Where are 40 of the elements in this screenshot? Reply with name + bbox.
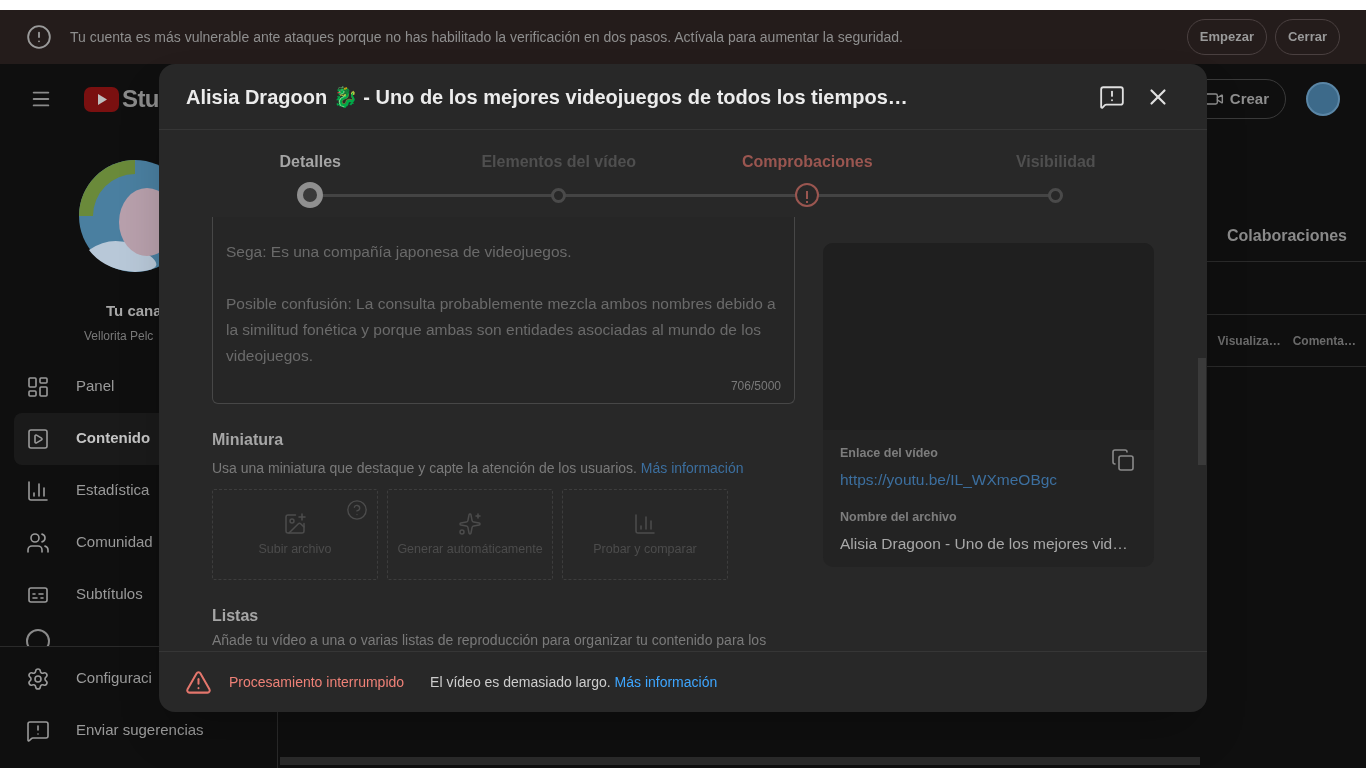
video-link[interactable]: https://youtu.be/IL_WXmeOBgc — [840, 467, 1058, 491]
description-text: Sega: Es una compañía japonesa de videojuegos. — [226, 242, 573, 262]
status-text: Procesamiento interrumpido — [229, 672, 405, 692]
image-plus-icon — [283, 511, 307, 536]
sidebar-item[interactable]: Enviar sugerencias — [14, 704, 263, 757]
column-header[interactable]: Comenta… — [1292, 331, 1356, 350]
account-avatar[interactable] — [1306, 82, 1340, 116]
status-message: El vídeo es demasiado largo. Más información — [430, 672, 718, 692]
file-name: Alisia Dragoon - Uno de los mejores vid… — [840, 533, 1128, 554]
section-title: Listas — [212, 606, 260, 626]
sparkle-icon — [458, 511, 482, 536]
play-logo-icon — [84, 86, 119, 112]
column-header[interactable]: Visualiza… — [1217, 331, 1281, 350]
sidebar-icon-partial — [26, 628, 50, 646]
collaborations-tab[interactable]: Colaboraciones — [1226, 223, 1347, 248]
description-text: Posible confusión: La consulta probablemente mezcla ambos nombres debido a la similitud fonética y porque ambas son entidades asociadas al mundo de los videojuegos. — [226, 294, 777, 366]
character-counter: 706/5000 — [730, 378, 781, 395]
copy-icon[interactable] — [1111, 448, 1135, 472]
dialog-title: Alisia Dragoon 🐉 - Uno de los mejores videojuegos de todos los tiempos… — [186, 84, 908, 110]
video-library-icon — [26, 426, 50, 451]
scrollbar-thumb[interactable] — [1198, 358, 1206, 465]
warning-icon — [185, 668, 212, 696]
settings-icon — [26, 666, 50, 691]
studio-logo-text: Stu — [122, 84, 159, 114]
more-info-link[interactable]: Más información — [614, 673, 718, 690]
step-tab[interactable]: Detalles — [279, 130, 341, 182]
people-icon — [26, 530, 50, 555]
chart-icon — [26, 478, 50, 503]
description-field[interactable] — [212, 217, 795, 404]
field-label: Nombre del archivo — [840, 509, 957, 526]
horizontal-scrollbar[interactable] — [280, 757, 1200, 765]
field-label: Enlace del vídeo — [840, 445, 938, 462]
banner-message: Tu cuenta es más vulnerable ante ataques porque no has habilitado la verificación en dos pasos. Actívala para aumentar la seguridad. — [70, 27, 903, 47]
feedback-icon — [26, 718, 50, 743]
chart-icon — [633, 511, 657, 536]
section-description: Añade tu vídeo a una o varias listas de reproducción para organizar tu contenido para los — [212, 631, 768, 650]
alert-icon — [26, 24, 52, 50]
channel-name: Vellorita Pelc — [84, 327, 154, 345]
feedback-icon[interactable] — [1099, 83, 1125, 110]
dashboard-icon — [26, 374, 50, 399]
